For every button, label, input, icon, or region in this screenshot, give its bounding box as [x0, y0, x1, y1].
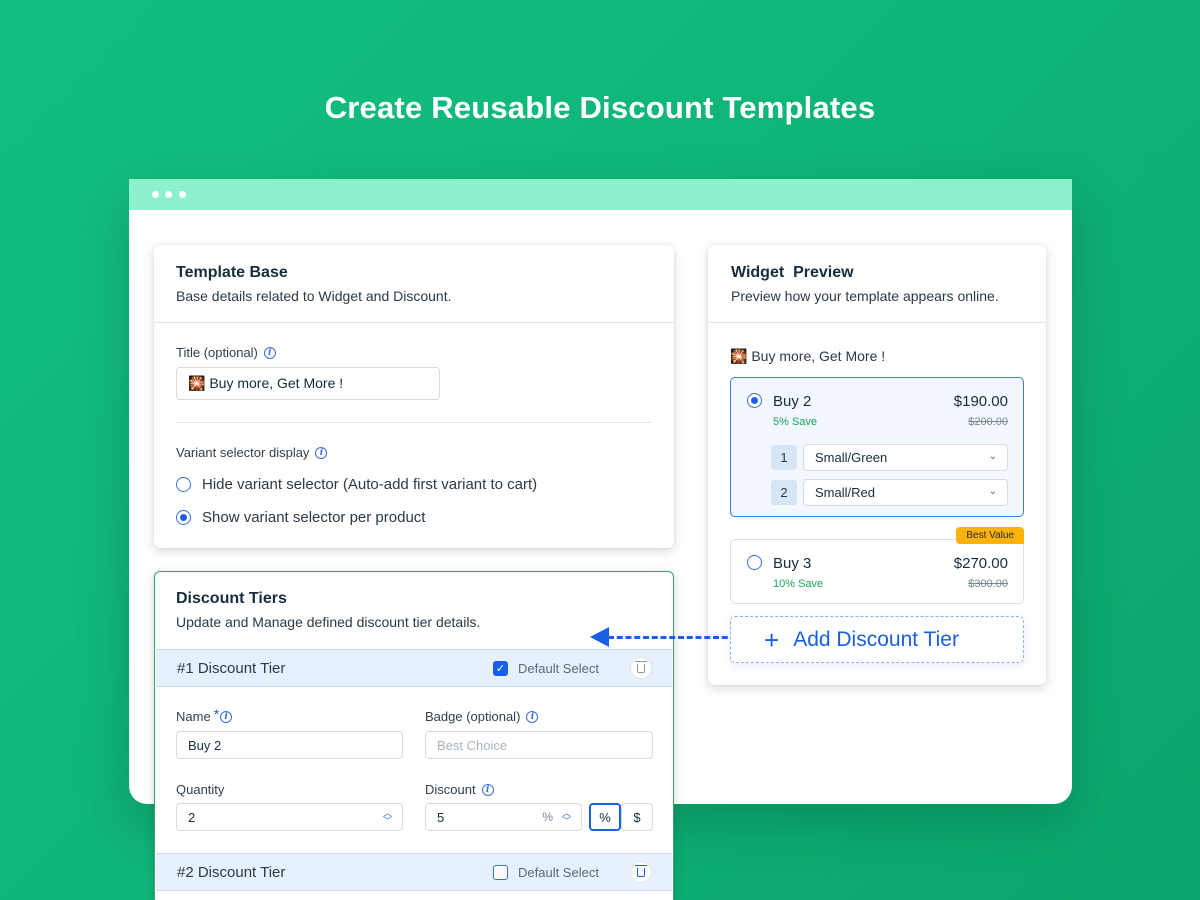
quantity-stepper[interactable]: 2 ︿ ﹀: [176, 803, 403, 831]
window-dot-icon: [179, 191, 186, 198]
offer-option-buy-2[interactable]: Buy 2 $190.00 5% Save $200.00 1 Small/Gr…: [730, 377, 1024, 517]
title-input[interactable]: 🎇 Buy more, Get More !: [176, 367, 440, 400]
arrow-left-icon: [590, 627, 609, 647]
discount-unit: %: [542, 810, 553, 824]
info-icon[interactable]: i: [263, 346, 276, 359]
radio-show-variant[interactable]: Show variant selector per product: [176, 509, 425, 526]
label-text: Name: [176, 709, 211, 724]
variant-value: Small/Red: [815, 485, 875, 500]
tier-2-header[interactable]: #2 Discount Tier Default Select: [156, 853, 672, 891]
divider: [154, 322, 674, 323]
add-discount-tier-label: Add Discount Tier: [793, 627, 959, 651]
add-discount-tier-button[interactable]: + Add Discount Tier: [730, 616, 1024, 663]
variant-number: 2: [771, 480, 797, 505]
name-label: Name * i: [176, 705, 233, 724]
chevron-down-icon: ⌄: [988, 486, 997, 497]
radio-button[interactable]: [176, 477, 191, 492]
divider: [708, 322, 1046, 323]
default-select-label: Default Select: [518, 864, 599, 880]
stepper-icon[interactable]: ︿ ﹀: [383, 809, 392, 826]
card-title: Discount Tiers: [176, 590, 287, 607]
trash-icon[interactable]: [630, 861, 652, 883]
offer-old-price: $200.00: [968, 416, 1008, 428]
info-icon[interactable]: i: [315, 446, 328, 459]
variant-value: Small/Green: [815, 450, 888, 465]
tier-header-label: #2 Discount Tier: [177, 863, 286, 881]
trash-icon[interactable]: [630, 657, 652, 679]
label-text: Badge (optional): [425, 709, 521, 724]
tier-1-header[interactable]: #1 Discount Tier ✓ Default Select: [156, 649, 672, 687]
badge-placeholder: Best Choice: [437, 737, 508, 753]
plus-icon: +: [764, 624, 780, 655]
default-select-label: Default Select: [518, 660, 599, 676]
quantity-value: 2: [188, 809, 196, 825]
best-value-badge: Best Value: [956, 527, 1024, 544]
label-text: Title (optional): [176, 345, 258, 360]
info-icon[interactable]: i: [220, 710, 233, 723]
offer-option-buy-3[interactable]: Best Value Buy 3 $270.00 10% Save $300.0…: [730, 527, 1024, 604]
title-field-label: Title (optional) i: [176, 345, 276, 360]
default-select-checkbox[interactable]: ✓: [493, 660, 508, 676]
offer-save: 5% Save: [773, 416, 818, 428]
variant-select[interactable]: Small/Red ⌄: [803, 479, 1008, 506]
radio-label: Hide variant selector (Auto-add first va…: [202, 476, 538, 493]
offer-name: Buy 3: [773, 555, 812, 572]
info-icon[interactable]: i: [481, 783, 494, 796]
radio-label: Show variant selector per product: [202, 509, 426, 526]
window-title-bar: [129, 179, 1072, 210]
badge-input[interactable]: Best Choice: [425, 731, 653, 759]
offer-old-price: $300.00: [968, 578, 1008, 590]
title-input-value: 🎇 Buy more, Get More !: [188, 375, 344, 391]
label-text: Discount: [425, 782, 476, 797]
window-dot-icon: [165, 191, 172, 198]
offer-save: 10% Save: [773, 578, 824, 590]
card-subtitle: Preview how your template appears online…: [731, 288, 999, 304]
card-subtitle: Update and Manage defined discount tier …: [176, 614, 481, 630]
card-title: Template Base: [176, 264, 288, 281]
variant-selector-label: Variant selector display i: [176, 445, 328, 460]
offer-price: $190.00: [953, 393, 1008, 410]
unit-percent-button[interactable]: %: [589, 803, 621, 831]
offer-name: Buy 2: [773, 393, 812, 410]
hero-title: Create Reusable Discount Templates: [324, 90, 876, 125]
template-base-card: Template Base Base details related to Wi…: [154, 245, 674, 548]
label-text: Variant selector display: [176, 445, 310, 460]
window-dot-icon: [152, 191, 159, 198]
tier-name-input[interactable]: Buy 2: [176, 731, 403, 759]
tier-header-label: #1 Discount Tier: [177, 659, 286, 677]
offer-radio[interactable]: [747, 393, 762, 408]
variant-number: 1: [771, 445, 797, 470]
offer-radio[interactable]: [747, 555, 762, 570]
label-text: Quantity: [176, 782, 225, 797]
discount-tiers-card: Discount Tiers Update and Manage defined…: [154, 571, 674, 900]
default-select-checkbox[interactable]: [493, 864, 508, 880]
chevron-down-icon: ⌄: [988, 451, 997, 462]
divider: [176, 422, 652, 423]
card-title: Widget Preview: [731, 264, 854, 281]
variant-select[interactable]: Small/Green ⌄: [803, 444, 1008, 471]
discount-stepper[interactable]: 5 % ︿ ﹀: [425, 803, 582, 831]
tier-name-value: Buy 2: [188, 737, 222, 753]
card-subtitle: Base details related to Widget and Disco…: [176, 288, 452, 304]
info-icon[interactable]: i: [526, 710, 539, 723]
discount-label: Discount i: [425, 782, 494, 797]
offer-price: $270.00: [953, 555, 1008, 572]
badge-label: Badge (optional) i: [425, 709, 539, 724]
radio-button[interactable]: [176, 510, 191, 525]
discount-value: 5: [437, 809, 445, 825]
radio-hide-variant[interactable]: Hide variant selector (Auto-add first va…: [176, 476, 537, 493]
quantity-label: Quantity: [176, 782, 224, 797]
required-mark: *: [213, 705, 220, 722]
widget-title: 🎇 Buy more, Get More !: [730, 348, 886, 364]
unit-dollar-button[interactable]: $: [621, 803, 653, 831]
stepper-icon[interactable]: ︿ ﹀: [562, 809, 571, 826]
